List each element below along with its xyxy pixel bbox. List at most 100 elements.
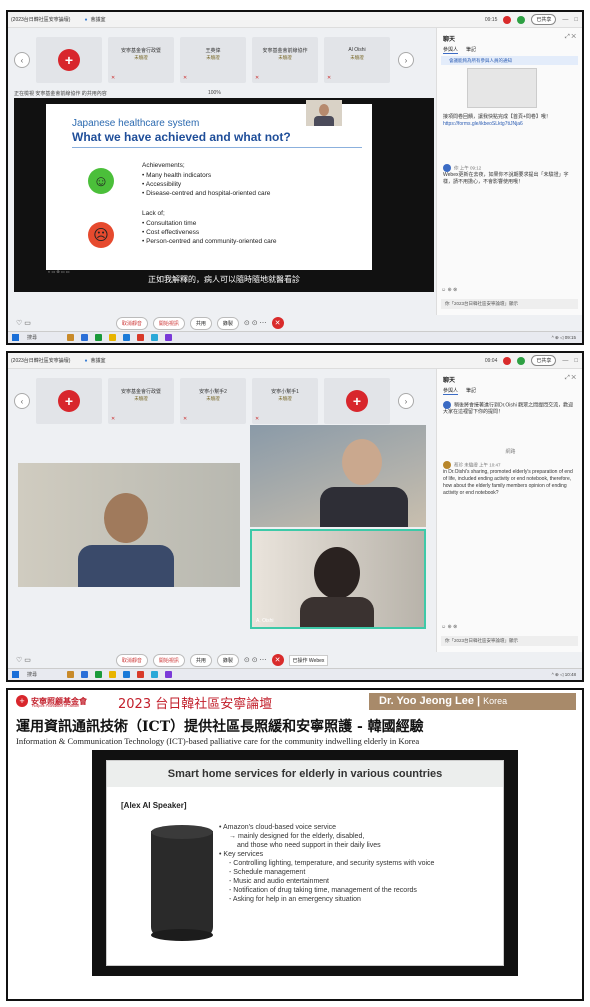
reaction-icon[interactable]: ♡ ▭ — [16, 656, 31, 664]
person-body — [300, 597, 374, 627]
app-icon[interactable] — [67, 671, 75, 678]
app-icon[interactable] — [81, 671, 89, 678]
title-bar: (2023台日韓社區安寧論壇) 會議室 09:15 已共享 — □ — [8, 12, 582, 28]
caption-subtitle: 正如我解釋的，病人可以隨時隨地就醫看診 — [148, 275, 300, 284]
app-icon[interactable] — [81, 334, 89, 341]
taskbar-search[interactable]: 搜尋 — [27, 334, 37, 341]
chat-panel: 聊天 ⤢ ✕ 參與人 筆記 會議能夠為所有參與人員的通知 接項問卷回饋，讓我快點… — [436, 28, 582, 315]
app-icon[interactable] — [123, 671, 131, 678]
chat-close-icon[interactable]: ⤢ ✕ — [565, 375, 576, 382]
participant-name: 安寧小幫手2 — [199, 389, 227, 395]
participant-tile[interactable]: Al Oishi 未驗證 ✕ — [324, 37, 390, 83]
record-button[interactable]: 錄製 — [216, 653, 239, 667]
strip-next-icon[interactable]: › — [398, 52, 414, 68]
app-icon[interactable] — [95, 671, 103, 678]
app-icon[interactable] — [151, 671, 159, 678]
system-tray[interactable]: ^ ⊕ ◁ 10:48 — [552, 672, 576, 678]
leave-meeting-icon[interactable]: ✕ — [271, 654, 284, 666]
strip-prev-icon[interactable]: ‹ — [14, 52, 30, 68]
toast-notification[interactable]: 已操作 Webex — [288, 654, 329, 666]
tab-notes[interactable]: 筆記 — [466, 46, 476, 54]
participant-tile-logo[interactable]: + — [324, 378, 390, 424]
tab-participants[interactable]: 參與人 — [443, 46, 459, 54]
participant-tile[interactable]: 安寧小幫手1 未驗證 ✕ — [252, 378, 318, 424]
zoom-level[interactable]: 100% — [208, 90, 221, 96]
maximize-icon[interactable]: □ — [574, 17, 578, 23]
chat-close-icon[interactable]: ⤢ ✕ — [565, 34, 576, 41]
leave-meeting-icon[interactable]: ✕ — [271, 317, 284, 329]
slide-title: Smart home services for elderly in vario… — [107, 761, 503, 787]
participant-tile[interactable]: 安寧基金會行政暨 未驗證 ✕ — [108, 37, 174, 83]
chat-input-icons[interactable]: ☺ ⊕ ⊗ — [441, 287, 578, 293]
chat-recipient[interactable]: 你「2023台日韓社區安寧論壇」顯示 — [441, 299, 578, 309]
shared-content: Japanese healthcare system What we have … — [14, 98, 434, 292]
participant-name: 王英偉 — [205, 48, 221, 54]
muted-mic-icon: ✕ — [327, 75, 332, 81]
chat-input-icons[interactable]: ☺ ⊕ ⊗ — [441, 624, 578, 630]
app-icon[interactable] — [109, 334, 117, 341]
message-link[interactable]: https://forms.gle/ikbeoSLktg7tiJNja6 — [443, 121, 523, 127]
participant-tile[interactable]: 安寧小幫手2 未驗證 ✕ — [180, 378, 246, 424]
more-options-icon[interactable]: ⊙ ⊙ ⋯ — [244, 656, 267, 664]
link-preview-image[interactable] — [467, 68, 537, 108]
speaker-country: Korea — [483, 696, 508, 706]
share-button[interactable]: 共用 — [189, 653, 212, 667]
participant-tile-logo[interactable]: + — [36, 378, 102, 424]
app-icon[interactable] — [109, 671, 117, 678]
participant-tile[interactable]: 王英偉 未驗證 ✕ — [180, 37, 246, 83]
strip-next-icon[interactable]: › — [398, 393, 414, 409]
tab-notes[interactable]: 筆記 — [466, 387, 476, 395]
service-item: - Schedule management — [229, 869, 306, 876]
maximize-icon[interactable]: □ — [574, 358, 578, 364]
start-video-button[interactable]: 開始視訊 — [152, 653, 185, 667]
team-label[interactable]: 會議室 — [84, 357, 106, 364]
video-tile-active-speaker[interactable]: A. Oishi — [250, 529, 426, 629]
start-icon[interactable] — [12, 671, 19, 678]
app-icon[interactable] — [165, 671, 173, 678]
start-icon[interactable] — [12, 334, 19, 341]
app-icon[interactable] — [165, 334, 173, 341]
app-icon[interactable] — [95, 334, 103, 341]
org-name-en: Hospice Foundation of Taiwan — [32, 704, 79, 708]
participant-tile-logo[interactable]: + — [36, 37, 102, 83]
meeting-toolbar: ♡ ▭ 取消靜音 開始視訊 共用 錄製 ⊙ ⊙ ⋯ ✕ — [8, 315, 582, 331]
chat-message: 蔡珍 未驗證 上午 10:47 in Dr.Oishi's sharing, p… — [443, 461, 578, 497]
presentation-slide: Japanese healthcare system What we have … — [46, 104, 372, 270]
chat-panel: 聊天 ⤢ ✕ 參與人 筆記 稍後將會接著進行到Dr.Oishi 觀眾之間提問交流… — [436, 369, 582, 652]
more-options-icon[interactable]: ⊙ ⊙ ⋯ — [244, 319, 267, 327]
layout-button[interactable]: 已共享 — [531, 14, 557, 25]
conference-header: + 安寧照顧基金會 Hospice Foundation of Taiwan 2… — [8, 690, 582, 712]
lack-list: Consultation time Cost effectiveness Per… — [142, 219, 276, 246]
start-video-button[interactable]: 開始視訊 — [152, 316, 185, 330]
app-icon[interactable] — [137, 334, 145, 341]
participant-tile[interactable]: 安寧基金會前線協作 未驗證 ✕ — [252, 37, 318, 83]
chat-recipient[interactable]: 你「2023台日韓社區安寧論壇」顯示 — [441, 636, 578, 646]
chat-notice[interactable]: 會議能夠為所有參與人員的通知 — [441, 56, 578, 65]
strip-prev-icon[interactable]: ‹ — [14, 393, 30, 409]
minimize-icon[interactable]: — — [562, 17, 568, 23]
achievements-heading: Achievements; — [142, 162, 185, 169]
windows-taskbar: 搜尋 ^ ⊕ ◁ 09:15 — [8, 331, 582, 343]
presentation-frame: Smart home services for elderly in vario… — [92, 750, 518, 976]
system-tray[interactable]: ^ ⊕ ◁ 09:15 — [552, 335, 576, 341]
video-tile[interactable] — [250, 425, 426, 527]
app-icon[interactable] — [151, 334, 159, 341]
taskbar-search[interactable]: 搜尋 — [27, 671, 37, 678]
unmute-button[interactable]: 取消靜音 — [115, 653, 148, 667]
record-button[interactable]: 錄製 — [216, 316, 239, 330]
layout-button[interactable]: 已共享 — [531, 355, 557, 366]
minimize-icon[interactable]: — — [562, 358, 568, 364]
app-icon[interactable] — [67, 334, 75, 341]
video-tile[interactable] — [18, 463, 240, 587]
share-button[interactable]: 共用 — [189, 316, 212, 330]
app-icon[interactable] — [137, 671, 145, 678]
reaction-icon[interactable]: ♡ ▭ — [16, 319, 31, 327]
participant-tile[interactable]: 安寧基金會行政暨 未驗證 ✕ — [108, 378, 174, 424]
app-icon[interactable] — [123, 334, 131, 341]
slide-subheading: [Alex AI Speaker] — [121, 801, 187, 810]
record-indicator-icon — [503, 356, 512, 365]
team-label[interactable]: 會議室 — [84, 16, 106, 23]
meeting-time: 09:15 — [484, 16, 498, 23]
unmute-button[interactable]: 取消靜音 — [115, 316, 148, 330]
tab-participants[interactable]: 參與人 — [443, 387, 459, 395]
